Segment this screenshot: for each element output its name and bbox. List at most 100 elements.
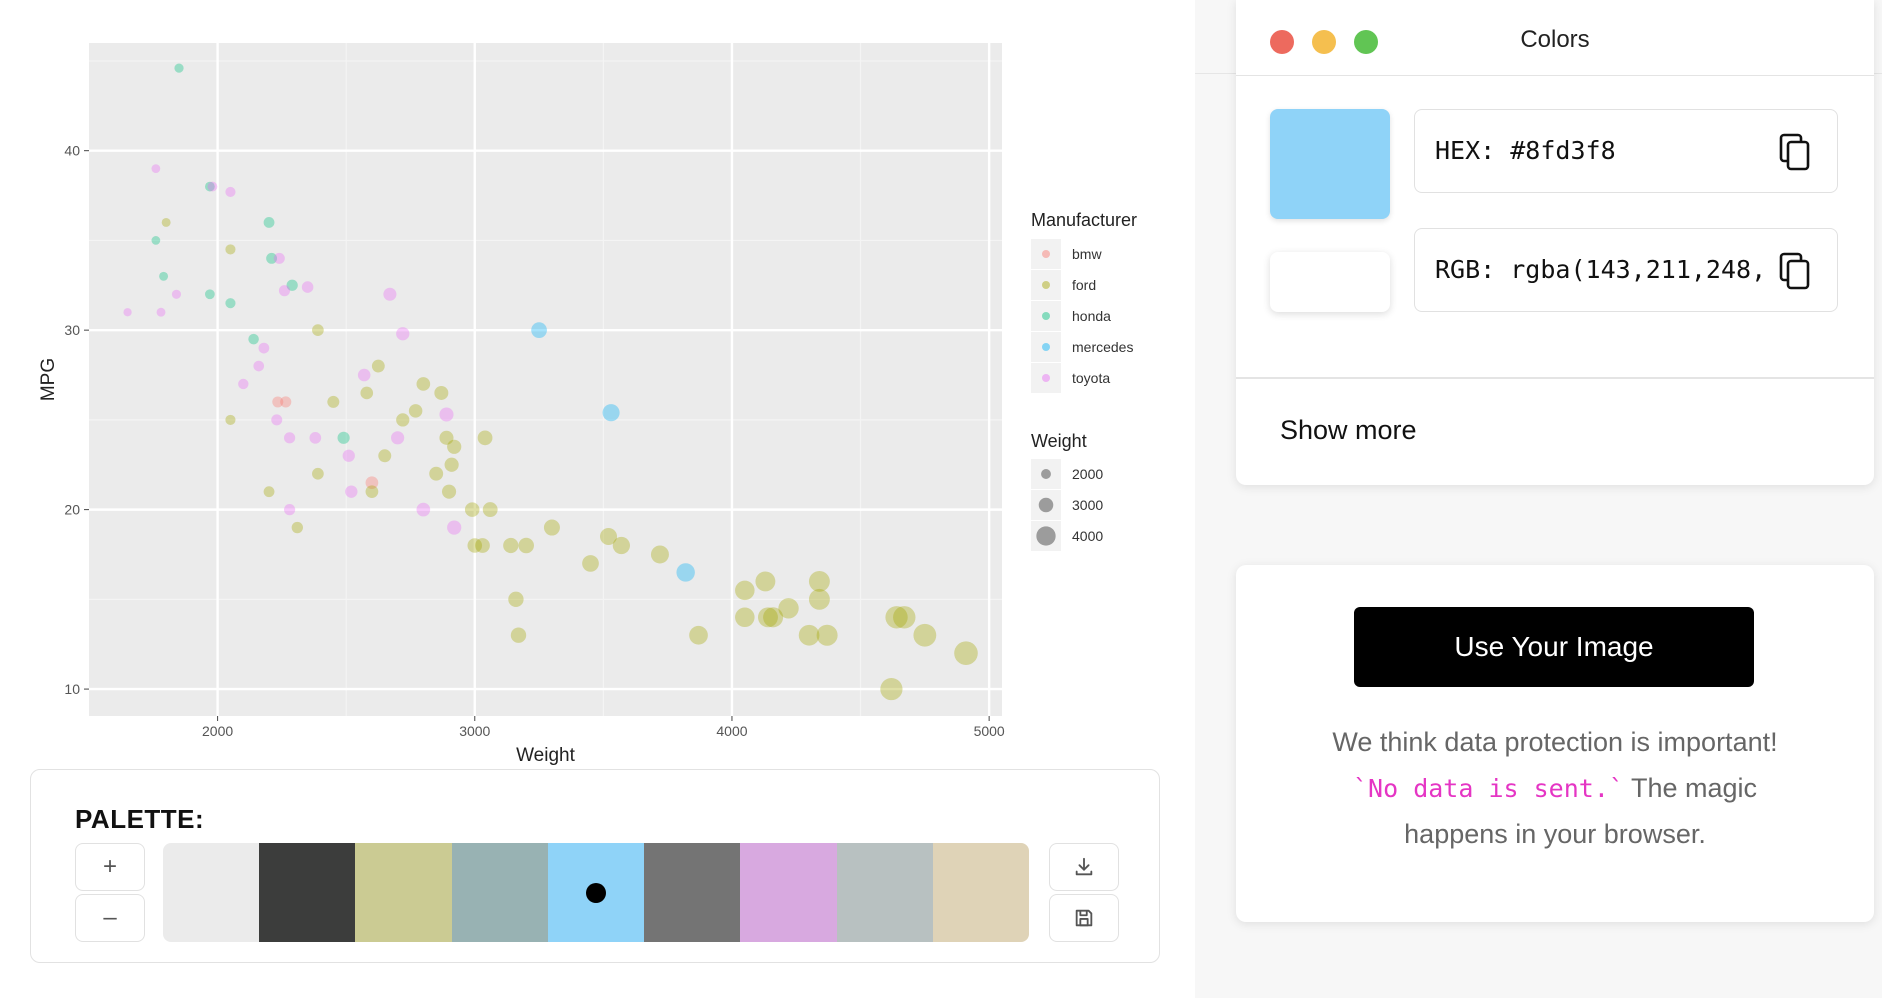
- data-point-ford: [477, 430, 493, 446]
- selected-color-preview: [1270, 109, 1390, 219]
- data-point-ford: [543, 519, 560, 536]
- palette-swatch[interactable]: [355, 843, 452, 942]
- copy-rgb-icon[interactable]: [1777, 251, 1813, 291]
- data-point-honda: [248, 333, 259, 345]
- comparison-color-preview: [1270, 252, 1390, 312]
- legend-label-ford: ford: [1072, 277, 1096, 293]
- data-point-ford: [735, 580, 755, 601]
- data-point-ford: [434, 385, 449, 400]
- legend-key-toyota: [1042, 374, 1050, 382]
- panel-separator: [1236, 377, 1874, 379]
- legend-key-bmw: [1042, 250, 1050, 258]
- y-tick-label: 20: [64, 502, 80, 518]
- data-point-ford: [396, 413, 410, 427]
- data-point-ford: [312, 467, 324, 480]
- show-more-link[interactable]: Show more: [1280, 415, 1417, 446]
- data-point-toyota: [171, 289, 182, 299]
- legend-label-toyota: toyota: [1072, 370, 1110, 386]
- data-point-toyota: [301, 281, 314, 293]
- data-point-mercedes: [602, 404, 620, 422]
- data-point-ford: [913, 623, 937, 647]
- plot-panel: [89, 43, 1002, 716]
- palette-swatch[interactable]: [836, 843, 933, 942]
- palette-swatch[interactable]: [740, 843, 837, 942]
- legend-label-mercedes: mercedes: [1072, 339, 1133, 355]
- data-point-ford: [312, 324, 324, 337]
- save-palette-button[interactable]: [1049, 894, 1119, 942]
- data-point-toyota: [439, 407, 454, 422]
- data-point-honda: [205, 289, 215, 300]
- data-point-ford: [291, 521, 303, 534]
- data-point-ford: [447, 439, 462, 454]
- data-point-toyota: [273, 252, 285, 264]
- legend-size-key: [1036, 526, 1056, 546]
- hex-value-text: HEX: #8fd3f8: [1435, 136, 1616, 165]
- data-point-ford: [582, 555, 599, 572]
- data-point-toyota: [284, 432, 296, 444]
- data-point-ford: [429, 466, 444, 481]
- data-point-ford: [161, 217, 171, 227]
- palette-swatch[interactable]: [259, 843, 356, 942]
- palette-swatch[interactable]: [451, 843, 548, 942]
- data-point-ford: [225, 244, 236, 255]
- data-point-ford: [735, 607, 755, 628]
- data-point-ford: [441, 484, 457, 499]
- palette-swatch[interactable]: [163, 843, 260, 942]
- data-point-toyota: [258, 342, 270, 354]
- data-point-toyota: [309, 431, 322, 444]
- data-point-ford: [689, 625, 708, 645]
- scatter-chart: 2000 3000 4000 5000 10 20 30 40 Weight MPG Manufac…: [38, 43, 1137, 766]
- data-point-ford: [416, 377, 431, 391]
- remove-color-button[interactable]: –: [75, 894, 145, 942]
- chart-area: 2000 3000 4000 5000 10 20 30 40 Weight MPG Manufac…: [0, 0, 1195, 998]
- data-point-ford: [778, 598, 799, 619]
- data-point-toyota: [342, 449, 355, 462]
- hex-value-field[interactable]: HEX: #8fd3f8: [1414, 109, 1838, 193]
- minus-icon: –: [103, 904, 117, 931]
- download-palette-button[interactable]: [1049, 843, 1119, 891]
- legend-size-title: Weight: [1031, 431, 1087, 451]
- rgb-value-text: RGB: rgba(143,211,248,1): [1435, 255, 1765, 284]
- data-point-toyota: [207, 181, 218, 192]
- palette-swatch[interactable]: [547, 843, 645, 942]
- data-point-toyota: [123, 308, 132, 317]
- data-point-ford: [464, 502, 480, 517]
- colors-panel: Colors HEX: #8fd3f8 RGB: rgba(143,211,24…: [1236, 0, 1874, 485]
- data-point-toyota: [225, 186, 236, 198]
- data-point-ford: [880, 677, 903, 701]
- palette-swatch[interactable]: [932, 843, 1029, 942]
- data-point-ford: [508, 591, 524, 608]
- data-point-ford: [263, 486, 275, 498]
- data-point-mercedes: [676, 563, 695, 582]
- legend-size-label: 3000: [1072, 497, 1103, 513]
- palette-card: PALETTE: + –: [30, 769, 1160, 963]
- legend-size-key: [1041, 469, 1051, 479]
- palette-swatch[interactable]: [644, 843, 741, 942]
- use-your-image-button[interactable]: Use Your Image: [1354, 607, 1754, 687]
- data-point-ford: [755, 571, 776, 592]
- data-point-toyota: [345, 485, 358, 498]
- data-point-toyota: [383, 287, 397, 301]
- data-point-ford: [510, 627, 527, 643]
- data-point-ford: [225, 414, 236, 425]
- data-point-honda: [151, 236, 161, 245]
- data-point-ford: [518, 537, 534, 554]
- data-point-ford: [327, 395, 340, 408]
- data-point-toyota: [151, 164, 161, 174]
- data-point-ford: [365, 485, 379, 499]
- data-point-ford: [371, 359, 385, 373]
- legend-label-honda: honda: [1072, 308, 1111, 324]
- data-point-ford: [408, 404, 423, 418]
- rgb-value-field[interactable]: RGB: rgba(143,211,248,1): [1414, 228, 1838, 312]
- data-point-honda: [263, 217, 275, 228]
- panel-title: Colors: [1520, 26, 1590, 53]
- privacy-note-line2: `No data is sent.` The magic: [1236, 773, 1874, 804]
- legend-size-label: 2000: [1072, 466, 1103, 482]
- data-point-ford: [798, 624, 820, 646]
- data-point-ford: [816, 624, 838, 646]
- copy-hex-icon[interactable]: [1777, 132, 1813, 172]
- data-point-ford: [444, 457, 459, 472]
- data-point-ford: [893, 606, 916, 629]
- data-point-ford: [378, 449, 392, 463]
- add-color-button[interactable]: +: [75, 843, 145, 891]
